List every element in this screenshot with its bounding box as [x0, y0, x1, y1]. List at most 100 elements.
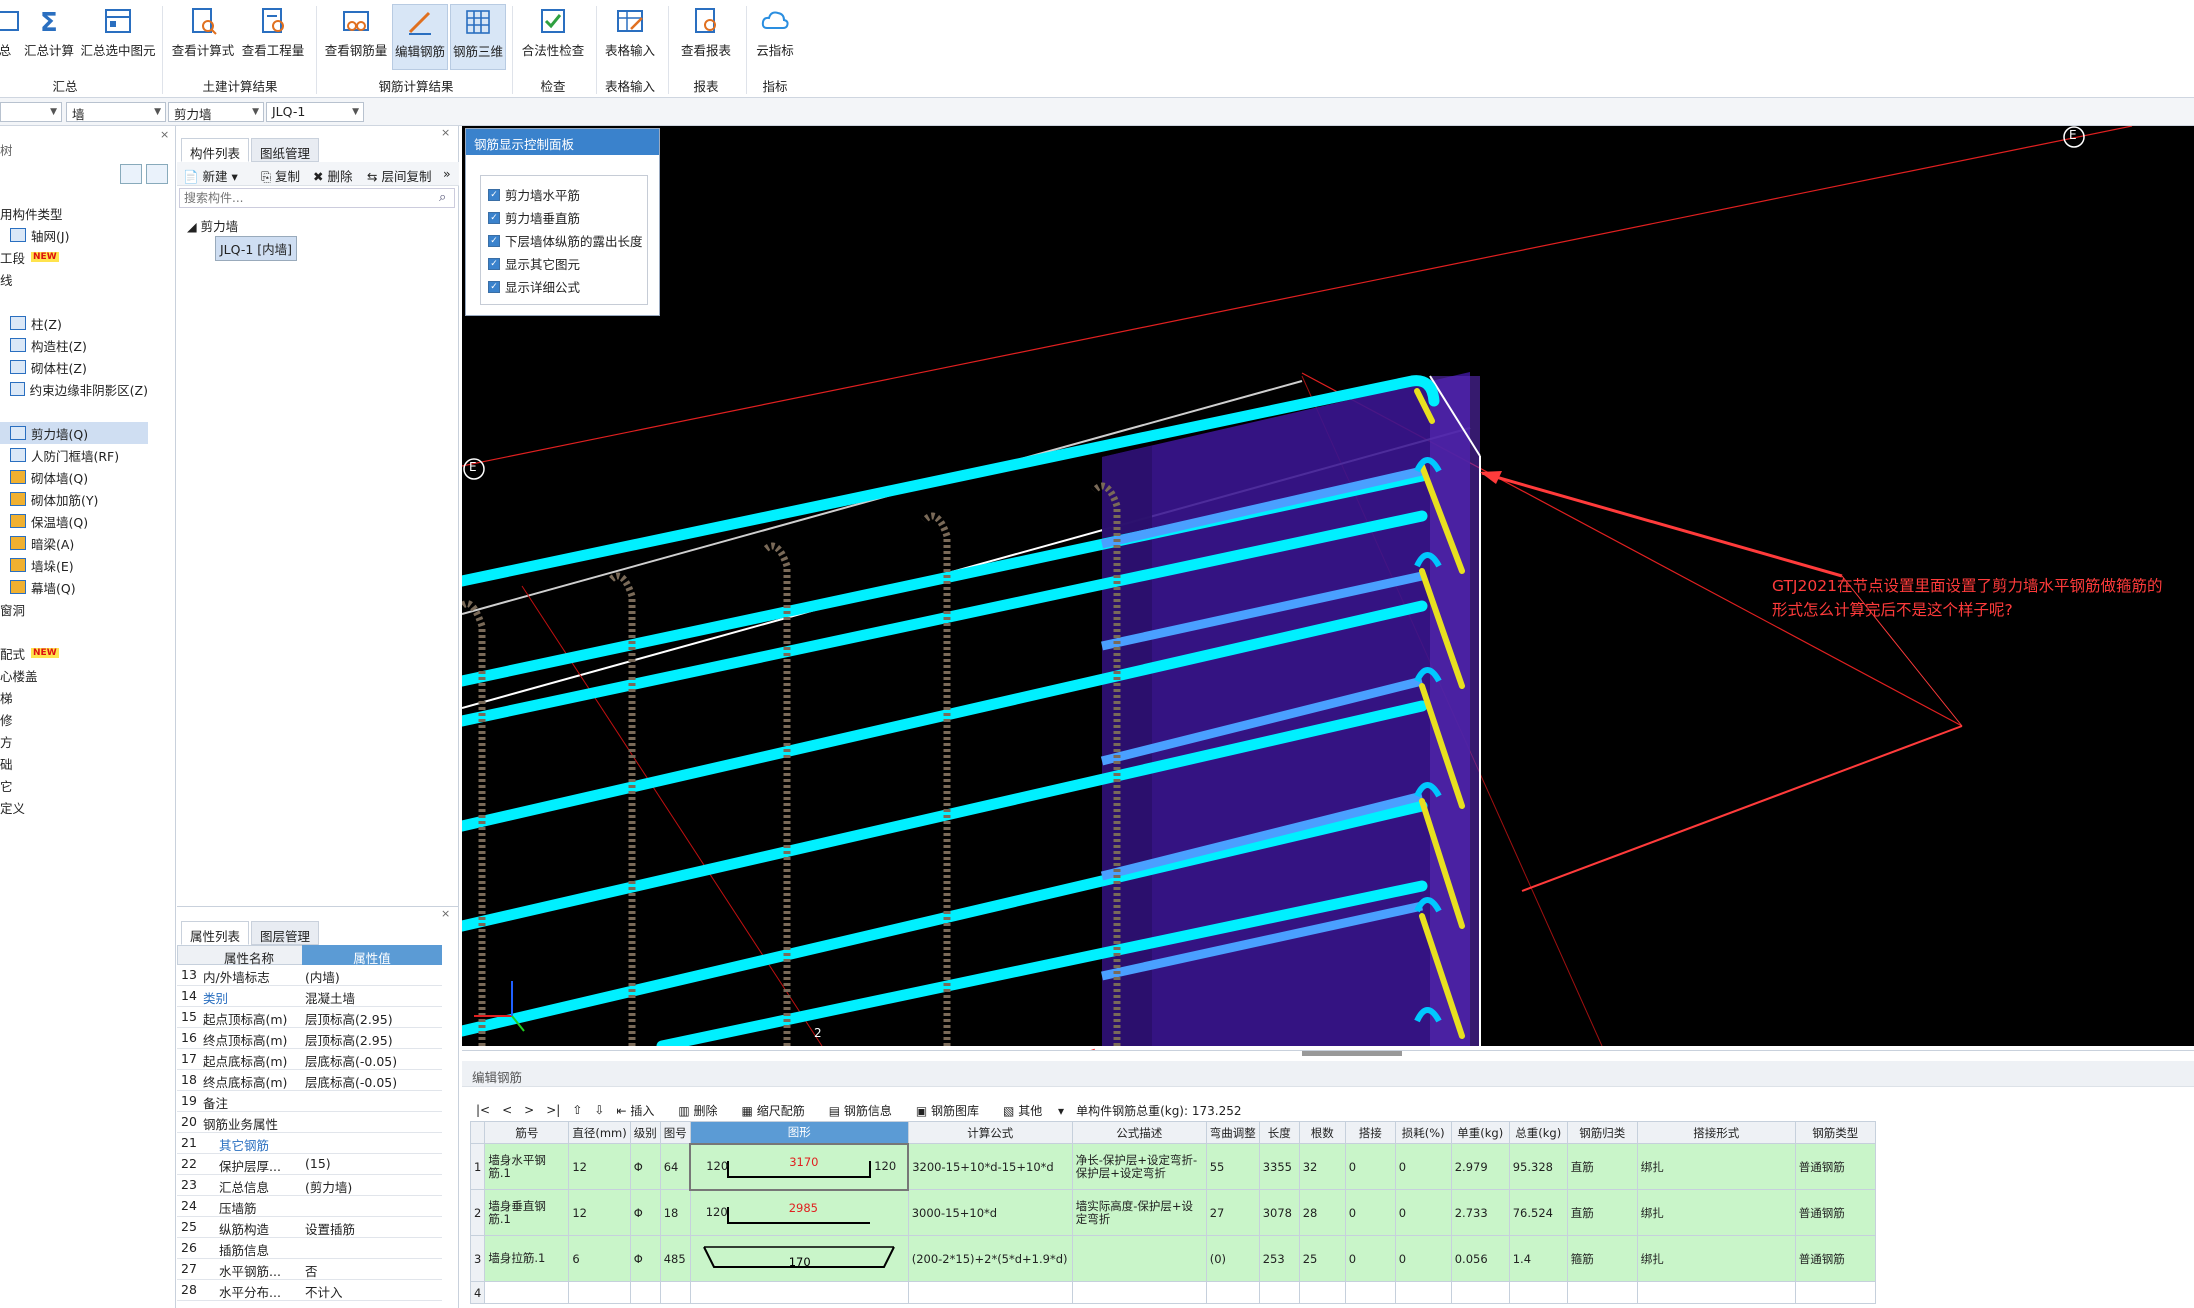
cell-unit[interactable]: 0.056 — [1450, 1235, 1510, 1282]
tab-component-list[interactable]: 构件列表 — [181, 138, 250, 162]
cell-bend[interactable] — [1205, 1281, 1260, 1304]
column-header[interactable]: 直径(mm) — [568, 1121, 631, 1144]
column-header[interactable]: 公式描述 — [1071, 1121, 1207, 1144]
cell-lapform[interactable] — [1636, 1281, 1796, 1304]
summary-button[interactable]: 总 — [0, 4, 19, 70]
nav-last-icon[interactable]: >| — [546, 1103, 560, 1117]
sidebar-item[interactable]: 柱(Z) — [0, 312, 148, 334]
cell-total[interactable]: 76.524 — [1508, 1189, 1568, 1236]
cell-name[interactable] — [484, 1281, 570, 1304]
cell-lap[interactable] — [1344, 1281, 1396, 1304]
cell-fig[interactable] — [659, 1281, 691, 1304]
scale-rebar-button[interactable]: ▦ 缩尺配筋 — [742, 1102, 817, 1119]
close-icon[interactable]: × — [441, 126, 450, 139]
sidebar-item[interactable]: 窗洞 — [0, 598, 148, 620]
cell-cls[interactable]: 箍筋 — [1566, 1235, 1638, 1282]
sidebar-item[interactable]: 础 — [0, 752, 148, 774]
category-select[interactable]: 墙 ▼ — [66, 102, 166, 122]
cell-fig[interactable]: 64 — [659, 1143, 691, 1190]
tab-layer-management[interactable]: 图层管理 — [251, 921, 320, 945]
grid-view-icon[interactable] — [146, 164, 168, 184]
move-up-icon[interactable]: ⇧ — [572, 1103, 582, 1117]
property-row[interactable]: 16 终点顶标高(m) 层顶标高(2.95) — [177, 1028, 442, 1049]
view-report-button[interactable]: 查看报表 — [674, 4, 738, 70]
checkbox-show-other[interactable]: ✓ 显示其它图元 — [488, 254, 580, 273]
close-icon[interactable]: × — [160, 128, 169, 141]
component-select[interactable]: JLQ-1 ▼ — [266, 102, 364, 122]
cell-type[interactable] — [1794, 1281, 1876, 1304]
cell-lap[interactable]: 0 — [1344, 1143, 1396, 1190]
summary-calc-button[interactable]: Σ 汇总计算 — [20, 4, 78, 70]
nav-next-icon[interactable]: > — [524, 1103, 534, 1117]
table-row[interactable]: 4 — [469, 1281, 1876, 1304]
table-row[interactable]: 2 墙身垂直钢筋.1 12 Φ 18 120 2985 3000-15+10*d 墙实际高度-保… — [469, 1189, 1876, 1236]
cell-len[interactable]: 253 — [1258, 1235, 1300, 1282]
property-row[interactable]: 26 插筋信息 — [177, 1238, 442, 1259]
property-row[interactable]: 17 起点底标高(m) 层底标高(-0.05) — [177, 1049, 442, 1070]
cell-desc[interactable] — [1071, 1235, 1207, 1282]
cell-unit[interactable]: 2.979 — [1450, 1143, 1510, 1190]
delete-row-button[interactable]: ▥ 删除 — [678, 1102, 729, 1119]
property-row[interactable]: 22 保护层厚... (15) — [177, 1154, 442, 1175]
sidebar-item[interactable]: 构造柱(Z) — [0, 334, 148, 356]
column-header[interactable]: 筋号 — [484, 1121, 570, 1144]
cloud-index-button[interactable]: 云指标 — [750, 4, 800, 70]
cell-unit[interactable]: 2.733 — [1450, 1189, 1510, 1236]
tree-root[interactable]: ◢ 剪力墙 — [187, 216, 238, 235]
sidebar-item[interactable]: 配式 NEW — [0, 642, 148, 664]
cell-len[interactable]: 3355 — [1258, 1143, 1300, 1190]
other-button[interactable]: ▧ 其他 ▾ — [1003, 1102, 1064, 1119]
cell-name[interactable]: 墙身拉筋.1 — [484, 1235, 570, 1282]
cell-grade[interactable]: Φ — [629, 1143, 661, 1190]
new-button[interactable]: 📄 新建 ▾ — [183, 166, 238, 185]
cell-dia[interactable]: 12 — [568, 1189, 631, 1236]
cell-lapform[interactable]: 绑扎 — [1636, 1235, 1796, 1282]
move-down-icon[interactable]: ⇩ — [594, 1103, 604, 1117]
view-quantity-button[interactable]: 查看工程量 — [240, 4, 306, 70]
rebar-3d-viewport[interactable]: E E 2 GTJ2021在节点设置里面设置了剪力墙水平钢筋做箍筋的 形式怎么计… — [462, 126, 2194, 1046]
tab-property-list[interactable]: 属性列表 — [181, 921, 250, 945]
column-header[interactable]: 总重(kg) — [1508, 1121, 1568, 1144]
cell-lapform[interactable]: 绑扎 — [1636, 1143, 1796, 1190]
column-header[interactable]: 损耗(%) — [1394, 1121, 1452, 1144]
cell-len[interactable] — [1258, 1281, 1300, 1304]
property-row[interactable]: 25 纵筋构造 设置插筋 — [177, 1217, 442, 1238]
rebar-shape-cell[interactable] — [689, 1281, 909, 1304]
cell-grade[interactable]: Φ — [629, 1189, 661, 1236]
cell-count[interactable]: 25 — [1298, 1235, 1346, 1282]
rebar-info-button[interactable]: ▤ 钢筋信息 — [829, 1102, 904, 1119]
cell-cls[interactable]: 直筋 — [1566, 1189, 1638, 1236]
view-rebar-quantity-button[interactable]: 查看钢筋量 — [322, 4, 390, 70]
cell-type[interactable]: 普通钢筋 — [1794, 1143, 1876, 1190]
cell-bend[interactable]: 27 — [1205, 1189, 1260, 1236]
cell-total[interactable]: 1.4 — [1508, 1235, 1568, 1282]
close-icon[interactable]: × — [441, 907, 450, 920]
summary-selected-button[interactable]: 汇总选中图元 — [80, 4, 156, 70]
floor-copy-button[interactable]: ⇆ 层间复制 — [367, 166, 431, 185]
cell-cls[interactable]: 直筋 — [1566, 1143, 1638, 1190]
cell-fig[interactable]: 485 — [659, 1235, 691, 1282]
more-icon[interactable]: » — [443, 166, 451, 181]
column-header[interactable]: 图号 — [659, 1121, 691, 1144]
cell-lapform[interactable]: 绑扎 — [1636, 1189, 1796, 1236]
cell-desc[interactable] — [1071, 1281, 1207, 1304]
cell-fig[interactable]: 18 — [659, 1189, 691, 1236]
cell-total[interactable]: 95.328 — [1508, 1143, 1568, 1190]
rebar-shape-cell[interactable]: 120 2985 — [689, 1189, 909, 1236]
sidebar-item[interactable]: 暗梁(A) — [0, 532, 148, 554]
sidebar-item[interactable]: 人防门框墙(RF) — [0, 444, 148, 466]
cell-len[interactable]: 3078 — [1258, 1189, 1300, 1236]
edit-rebar-button[interactable]: 编辑钢筋 — [392, 4, 448, 70]
sidebar-item[interactable]: 墙垛(E) — [0, 554, 148, 576]
nav-prev-icon[interactable]: < — [502, 1103, 512, 1117]
legality-check-button[interactable]: 合法性检查 — [518, 4, 588, 70]
cell-unit[interactable] — [1450, 1281, 1510, 1304]
cell-bend[interactable]: (0) — [1205, 1235, 1260, 1282]
checkbox-vertical-rebar[interactable]: ✓ 剪力墙垂直筋 — [488, 208, 580, 227]
column-header[interactable]: 图形 — [689, 1121, 909, 1144]
rebar-library-button[interactable]: ▣ 钢筋图库 — [916, 1102, 991, 1119]
rebar-shape-cell[interactable]: 170 — [689, 1235, 909, 1282]
cell-lap[interactable]: 0 — [1344, 1189, 1396, 1236]
cell-formula[interactable]: (200-2*15)+2*(5*d+1.9*d) — [907, 1235, 1073, 1282]
cell-total[interactable] — [1508, 1281, 1568, 1304]
